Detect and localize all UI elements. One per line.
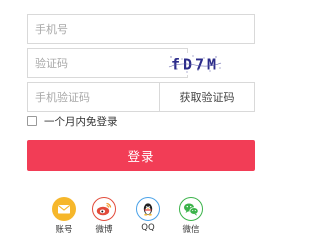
- social-login-account[interactable]: 账号: [44, 197, 84, 235]
- social-label-qq: QQ: [141, 223, 155, 233]
- sms-code-field: 获取验证码: [27, 82, 255, 112]
- social-label-wechat: 微信: [182, 225, 200, 235]
- social-label-account: 账号: [55, 225, 73, 235]
- login-button[interactable]: 登录: [27, 140, 255, 171]
- social-login-wechat[interactable]: 微信: [171, 197, 211, 235]
- login-page: fD7M 获取验证码 一个月内免登录 登录 账号: [0, 0, 261, 250]
- social-login-weibo[interactable]: 微博: [84, 197, 124, 235]
- captcha-image-graphic: fD7M: [168, 55, 222, 74]
- social-login-qq[interactable]: QQ: [128, 197, 168, 233]
- remember-checkbox[interactable]: [27, 116, 37, 126]
- qq-penguin-icon: [136, 197, 160, 221]
- sms-code-input[interactable]: [28, 83, 159, 111]
- weibo-icon: [92, 197, 116, 221]
- captcha-image[interactable]: fD7M: [167, 53, 223, 75]
- captcha-field: [27, 48, 188, 78]
- social-label-weibo: 微博: [95, 225, 113, 235]
- remember-me[interactable]: 一个月内免登录: [27, 114, 118, 128]
- get-sms-code-button[interactable]: 获取验证码: [160, 83, 254, 111]
- phone-input[interactable]: [28, 15, 254, 43]
- wechat-icon: [179, 197, 203, 221]
- envelope-icon: [52, 197, 76, 221]
- phone-field: [27, 14, 255, 44]
- remember-label: 一个月内免登录: [44, 115, 118, 128]
- captcha-input[interactable]: [28, 49, 187, 77]
